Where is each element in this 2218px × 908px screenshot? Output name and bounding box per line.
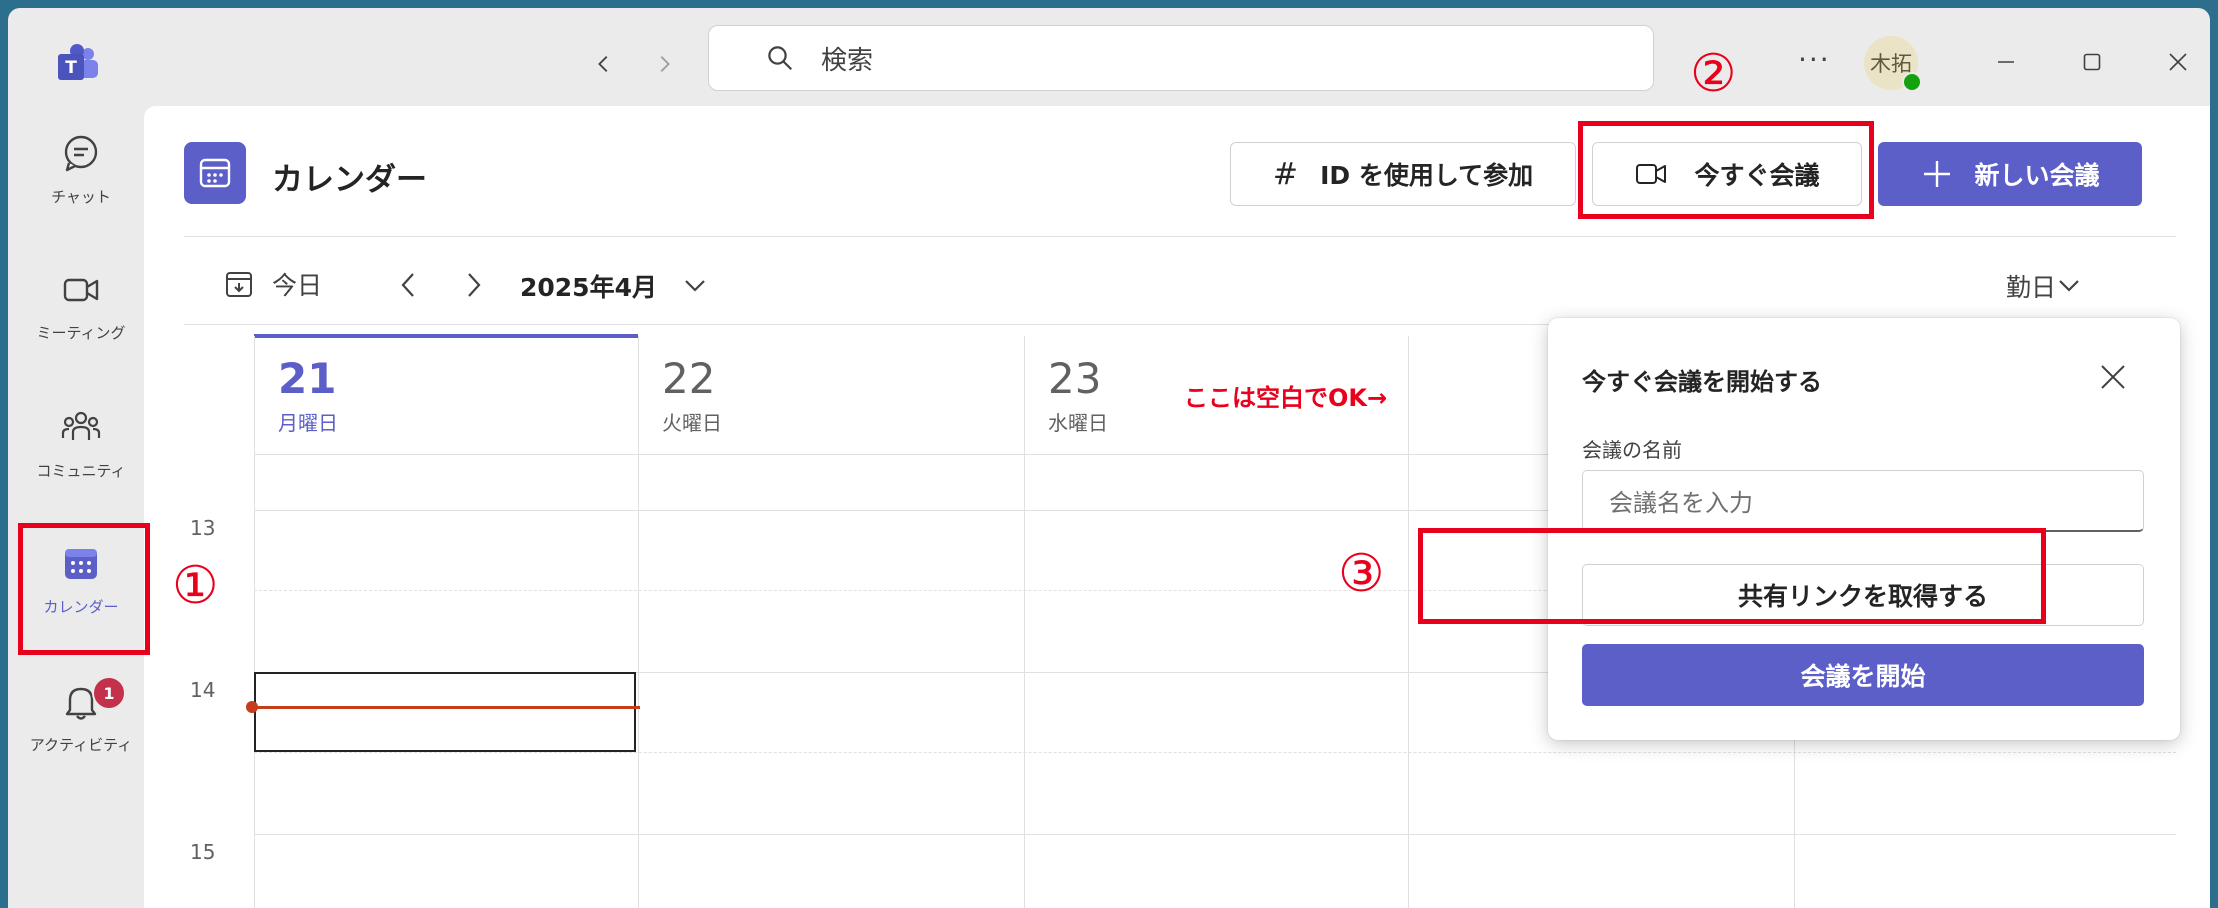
chevron-down-icon[interactable] <box>2056 272 2082 298</box>
rail-item-meetings[interactable]: ミーティング <box>22 268 140 343</box>
annotation-step-2: ② <box>1690 44 1737 104</box>
rail-item-label: チャット <box>51 188 111 206</box>
chevron-down-icon[interactable] <box>682 272 708 298</box>
calendar-panel: カレンダー # ID を使用して参加 今すぐ会議 新しい会議 今日 2025年4… <box>144 106 2210 908</box>
annotation-step-1: ① <box>172 556 219 616</box>
day-number: 21 <box>278 354 337 403</box>
search-icon <box>768 46 793 71</box>
day-number: 22 <box>662 354 716 403</box>
grid-line <box>254 834 2176 835</box>
calendar-app-icon <box>184 142 246 204</box>
day-name: 火曜日 <box>662 411 722 435</box>
day-name: 月曜日 <box>278 411 338 435</box>
presence-available-icon <box>1902 72 1922 92</box>
close-icon <box>2169 53 2187 71</box>
rail-item-label: コミュニティ <box>36 462 126 480</box>
day-name: 水曜日 <box>1048 411 1108 435</box>
rail-item-label: ミーティング <box>36 324 126 342</box>
today-indicator <box>254 334 638 338</box>
people-community-icon <box>61 411 101 440</box>
column-divider <box>638 336 639 908</box>
annotation-step-3: ③ <box>1338 544 1385 604</box>
minimize-button[interactable] <box>1986 42 2026 82</box>
plus-icon <box>1924 161 1951 187</box>
back-button[interactable] <box>584 42 624 86</box>
view-selector-label[interactable]: 勤日 <box>2006 268 2056 304</box>
hour-label: 15 <box>190 840 216 864</box>
current-time-line <box>250 706 640 709</box>
annotation-box-meet-now <box>1578 121 1874 219</box>
annotation-box-calendar <box>18 523 150 655</box>
header-divider <box>184 236 2176 237</box>
day-number: 23 <box>1048 354 1102 403</box>
rail-item-chat[interactable]: チャット <box>22 132 140 207</box>
close-icon[interactable] <box>2096 360 2130 394</box>
teams-window: T 検索 ··· 木拓 チャット ミーティング コミュニティ カレンダー 1 ア… <box>8 8 2210 908</box>
minimize-icon <box>1998 61 2014 63</box>
video-icon <box>63 278 99 302</box>
svg-text:T: T <box>65 58 77 78</box>
today-label: 今日 <box>272 271 323 300</box>
maximize-icon <box>2083 53 2101 71</box>
selected-time-slot[interactable] <box>254 672 636 752</box>
notification-badge: 1 <box>92 676 126 710</box>
day-header[interactable]: 23 水曜日 <box>1048 354 1108 436</box>
next-month-button[interactable] <box>458 270 488 300</box>
join-with-id-button[interactable]: # ID を使用して参加 <box>1230 142 1576 206</box>
teams-logo-icon[interactable]: T <box>52 40 102 90</box>
current-time-dot <box>246 701 258 713</box>
new-meeting-label: 新しい会議 <box>1974 161 2100 190</box>
forward-button[interactable] <box>644 42 684 86</box>
more-options-button[interactable]: ··· <box>1798 46 1831 74</box>
chevron-right-icon <box>660 56 670 72</box>
search-placeholder: 検索 <box>821 45 874 76</box>
rail-item-activity[interactable]: 1 アクティビティ <box>22 676 140 755</box>
rail-item-label: アクティビティ <box>29 736 133 754</box>
day-header-today[interactable]: 21 月曜日 <box>278 354 338 436</box>
previous-month-button[interactable] <box>394 270 424 300</box>
search-input[interactable]: 検索 <box>708 25 1654 91</box>
new-meeting-button[interactable]: 新しい会議 <box>1878 142 2142 206</box>
day-header[interactable]: 22 火曜日 <box>662 354 722 436</box>
calendar-today-icon <box>226 272 252 297</box>
meeting-name-input[interactable]: 会議名を入力 <box>1582 470 2144 532</box>
chat-icon <box>64 135 98 172</box>
today-button[interactable]: 今日 <box>224 266 322 302</box>
maximize-button[interactable] <box>2072 42 2112 82</box>
close-window-button[interactable] <box>2158 42 2198 82</box>
page-title: カレンダー <box>272 162 427 198</box>
month-label[interactable]: 2025年4月 <box>520 268 657 304</box>
join-with-id-label: ID を使用して参加 <box>1320 161 1534 190</box>
hour-label: 14 <box>190 678 216 702</box>
meeting-name-label: 会議の名前 <box>1582 438 1682 462</box>
rail-item-community[interactable]: コミュニティ <box>22 406 140 481</box>
popup-title: 今すぐ会議を開始する <box>1582 368 1822 396</box>
annotation-box-start-meeting <box>1418 528 2046 624</box>
half-hour-line <box>254 752 2176 753</box>
chevron-left-icon <box>598 56 608 72</box>
annotation-note: ここは空白でOK→ <box>1184 384 1388 412</box>
column-divider <box>1024 336 1025 908</box>
column-divider <box>254 336 255 908</box>
hour-label: 13 <box>190 516 216 540</box>
hash-icon: # <box>1272 156 1299 192</box>
start-meeting-button[interactable]: 会議を開始 <box>1582 644 2144 706</box>
column-divider <box>1408 336 1409 908</box>
